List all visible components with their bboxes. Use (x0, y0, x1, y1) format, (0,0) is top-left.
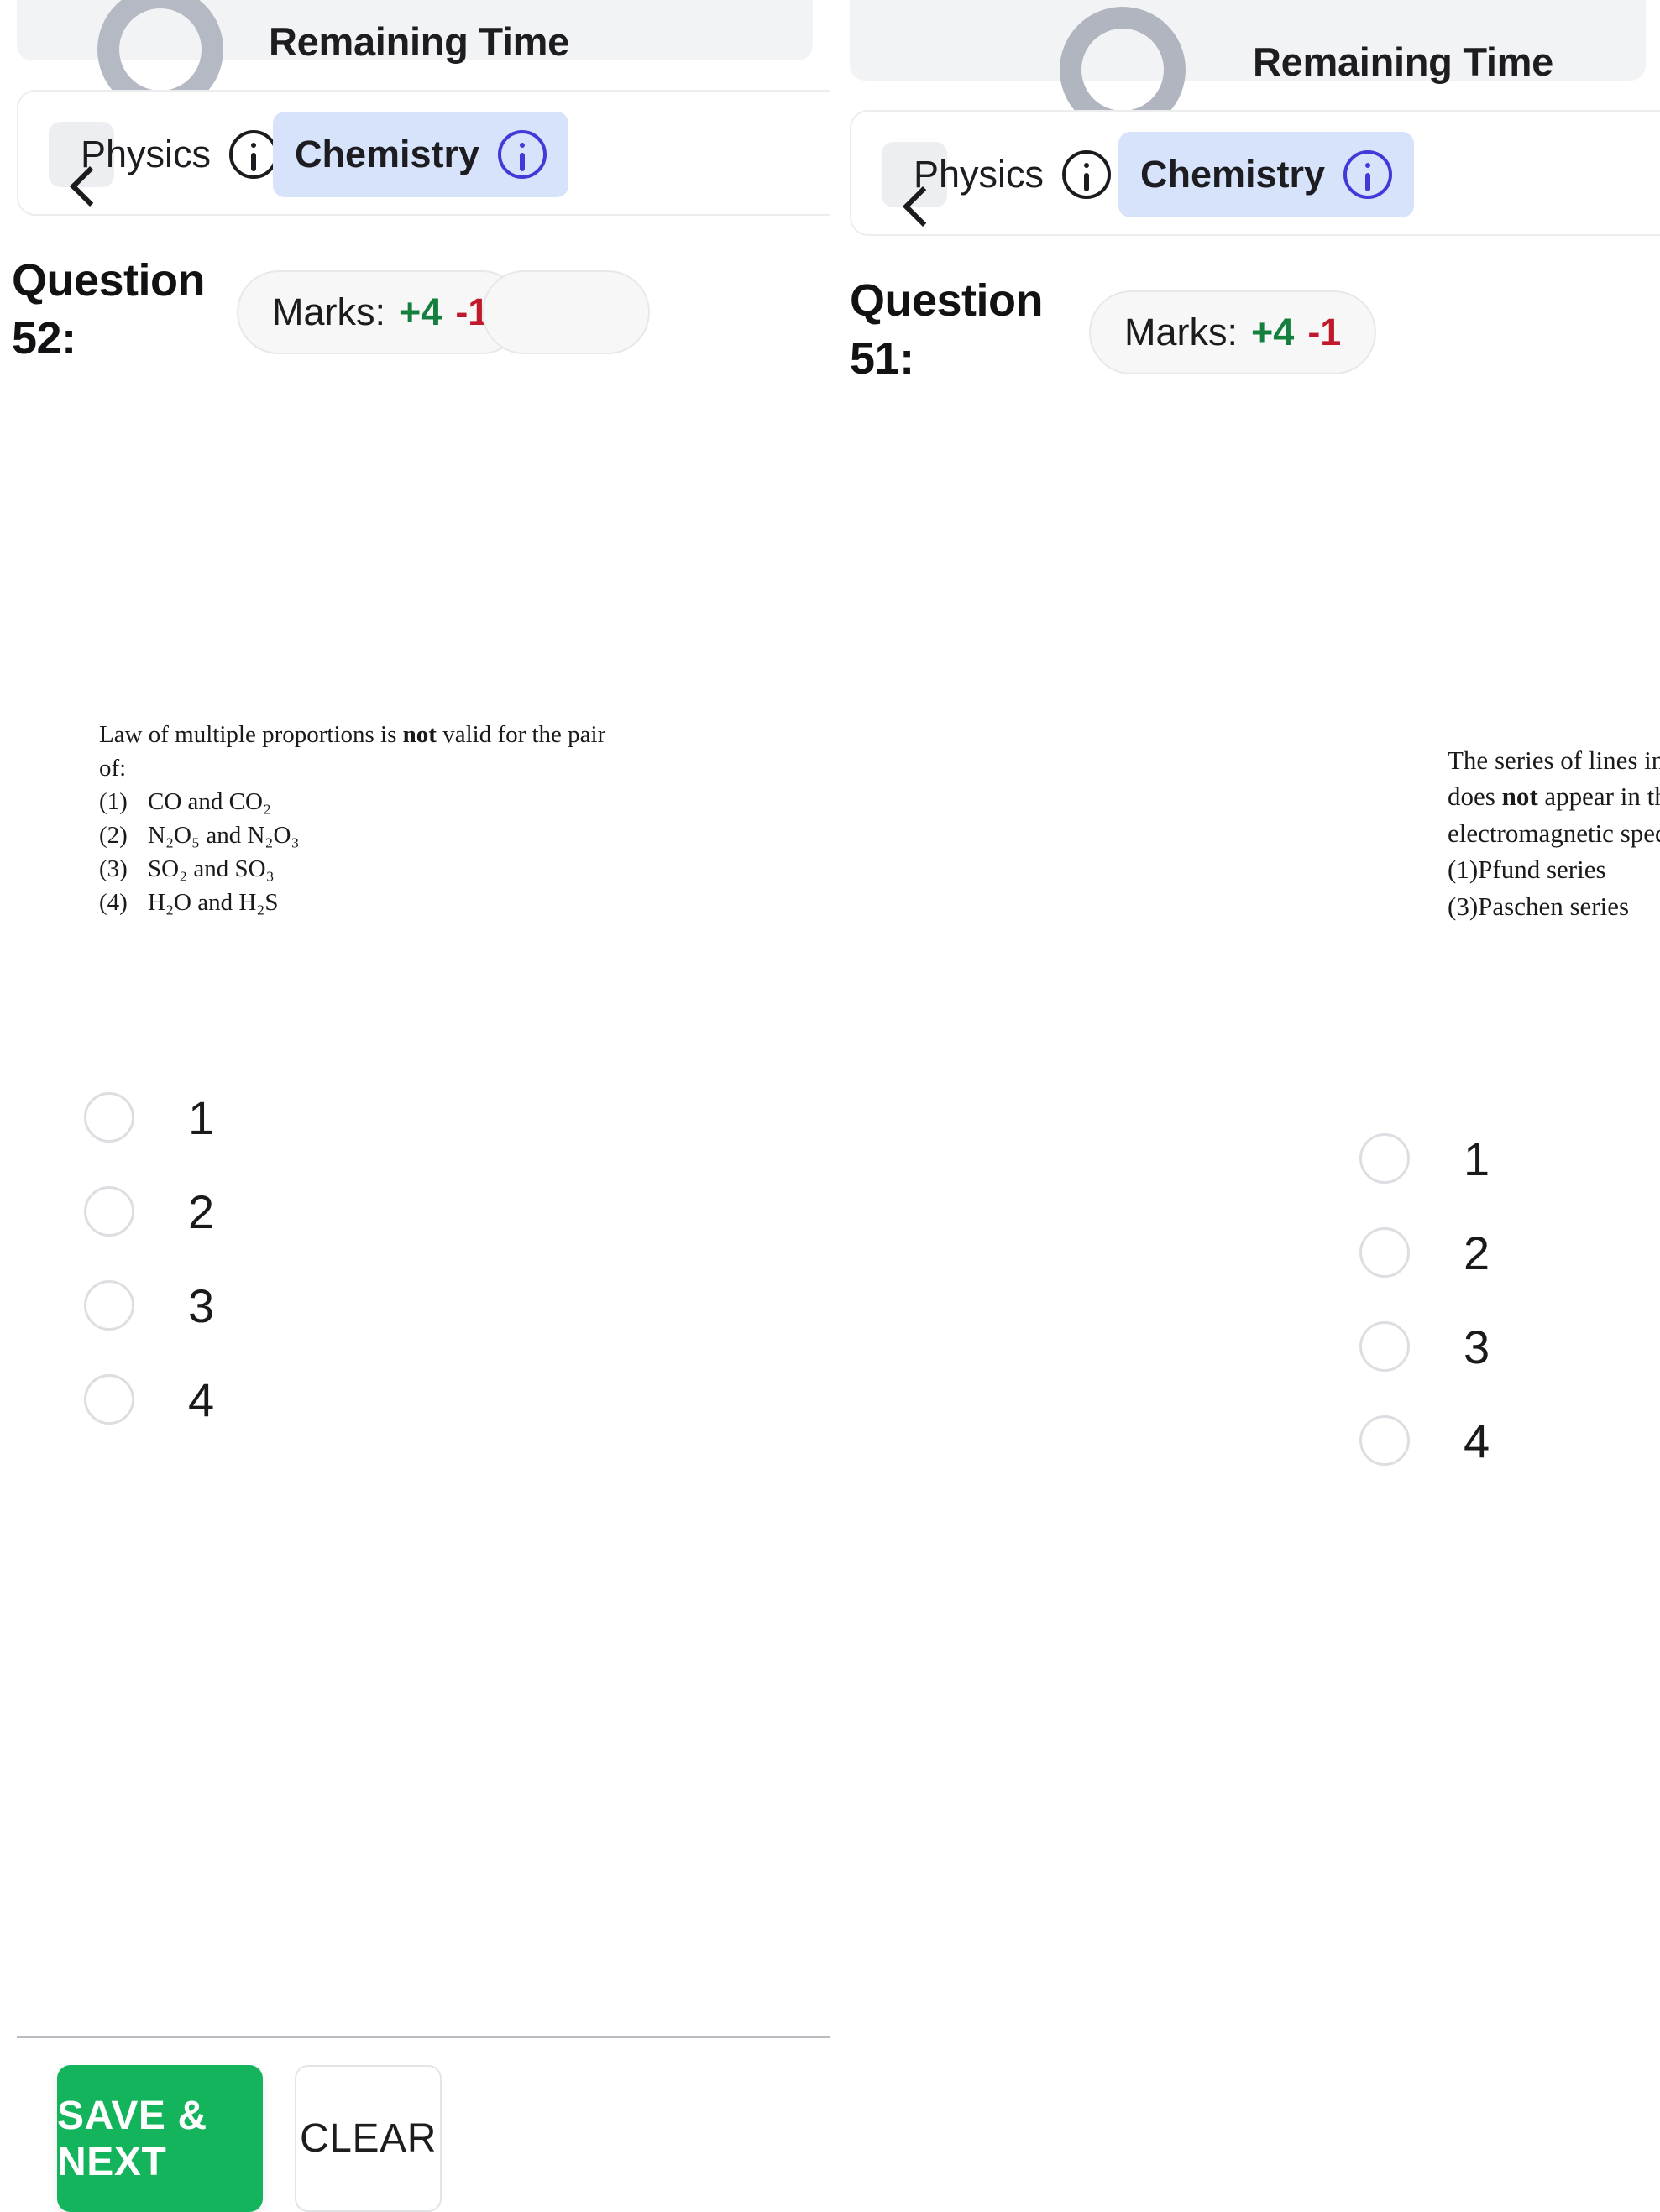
subject-tab-bar: Physics Chemistry (850, 110, 1660, 236)
statement-option-text: CO and CO₂ (148, 788, 272, 816)
tab-physics-label: Physics (81, 133, 212, 175)
clear-button[interactable]: CLEAR (295, 2065, 442, 2212)
statement-option: (1)Pfund series (1448, 851, 1660, 887)
stem-text-post: valid for the pair (436, 721, 606, 748)
question-header: Question 52: Marks: +4 -1 (12, 252, 830, 403)
statement-option-text: H₂O and H₂S (148, 889, 279, 917)
radio-button-icon[interactable] (1359, 1227, 1410, 1278)
tab-physics[interactable]: Physics (59, 112, 300, 197)
tab-chemistry[interactable]: Chemistry (273, 112, 569, 197)
info-circle-icon[interactable] (498, 130, 547, 179)
secondary-badge-partial (482, 270, 650, 354)
marks-badge: Marks: +4 -1 (237, 270, 525, 354)
question-header: Question 51: Marks: +4 -1 (850, 272, 1660, 423)
exam-panel-left: Remaining Time Physics Chemistry Questio… (0, 0, 830, 2212)
answer-choice-list: 1 2 3 4 (850, 1111, 1660, 1488)
answer-choice-2[interactable]: 2 (1359, 1205, 1660, 1299)
answer-choice-label: 4 (1464, 1414, 1490, 1467)
stem-text-post: appear in the Infrared region of (1544, 782, 1660, 812)
radio-button-icon[interactable] (84, 1092, 134, 1143)
question-statement-image: Law of multiple proportions is not valid… (99, 718, 605, 919)
radio-button-icon[interactable] (1359, 1133, 1410, 1184)
statement-option: (3)Paschen series (1448, 888, 1660, 924)
radio-button-icon[interactable] (84, 1280, 134, 1331)
stem-text-pre: does (1448, 782, 1502, 812)
page-title: Question 51: (850, 275, 1044, 384)
answer-choice-label: 1 (1464, 1132, 1490, 1185)
statement-option-text: SO₂ and SO₃ (148, 855, 275, 883)
marks-positive: +4 (399, 290, 442, 333)
info-circle-icon[interactable] (1062, 150, 1112, 199)
tab-chemistry-label: Chemistry (295, 133, 480, 175)
subject-tab-bar: Physics Chemistry (17, 90, 830, 216)
marks-badge: Marks: +4 -1 (1089, 290, 1377, 374)
stem-line-3: electromagnetic spectrum is: (1448, 818, 1660, 848)
statement-option: (4) H₂O and H₂S (99, 886, 605, 919)
tab-chemistry[interactable]: Chemistry (1118, 132, 1415, 217)
statement-option-num: (1) (99, 788, 128, 816)
statement-option-text: Pfund series (1478, 855, 1606, 885)
statement-option-text: Paschen series (1478, 891, 1630, 921)
answer-choice-label: 2 (188, 1184, 215, 1238)
question-statement-image: The series of lines in the hydrogen spec… (1448, 742, 1660, 924)
marks-label: Marks: (1124, 311, 1238, 353)
tab-physics-label: Physics (914, 153, 1045, 196)
exam-panel-right: Remaining Time Physics Chemistry Questio… (850, 0, 1660, 2212)
answer-choice-list: 1 2 3 4 (0, 1070, 830, 1446)
tab-physics[interactable]: Physics (892, 132, 1133, 217)
answer-choice-4[interactable]: 4 (1359, 1394, 1660, 1488)
statement-option: (2) N₂O₅ and N₂O₃ (99, 818, 605, 852)
stem-emphasis: not (1501, 782, 1538, 812)
statement-option-text: N₂O₅ and N₂O₃ (148, 822, 300, 850)
marks-label: Marks: (272, 290, 385, 333)
footer-actions: SAVE & NEXT CLEAR (57, 2065, 442, 2212)
remaining-time-label: Remaining Time (1253, 39, 1553, 84)
radio-button-icon[interactable] (1359, 1321, 1410, 1372)
page-title: Question 52: (12, 255, 206, 364)
stem-text-pre: Law of multiple proportions is (99, 721, 403, 748)
statement-option-num: (3) (1448, 891, 1479, 921)
save-and-next-button[interactable]: SAVE & NEXT (57, 2065, 263, 2212)
answer-choice-label: 3 (188, 1279, 215, 1332)
marks-positive: +4 (1251, 311, 1295, 353)
tab-chemistry-label: Chemistry (1140, 153, 1326, 196)
info-circle-icon[interactable] (229, 130, 279, 179)
radio-button-icon[interactable] (1359, 1415, 1410, 1466)
split-screen-exam-view: Remaining Time Physics Chemistry Questio… (0, 0, 1660, 2212)
radio-button-icon[interactable] (84, 1186, 134, 1237)
marks-negative: -1 (1307, 311, 1342, 353)
stem-line-2: of: (99, 755, 127, 782)
answer-choice-3[interactable]: 3 (1359, 1299, 1660, 1394)
timer-bar: Remaining Time (17, 0, 813, 112)
statement-option-num: (2) (99, 822, 128, 850)
stem-emphasis: not (402, 721, 437, 748)
statement-option: (3) SO₂ and SO₃ (99, 852, 605, 886)
answer-choice-1[interactable]: 1 (84, 1070, 830, 1164)
statement-option-num: (1) (1448, 855, 1479, 885)
info-circle-icon[interactable] (1343, 150, 1393, 199)
statement-option-num: (3) (99, 855, 128, 883)
statement-option-num: (4) (99, 889, 128, 917)
remaining-time-label: Remaining Time (269, 19, 569, 64)
timer-bar: Remaining Time (850, 0, 1646, 133)
answer-choice-1[interactable]: 1 (1359, 1111, 1660, 1205)
answer-choice-label: 2 (1464, 1226, 1490, 1279)
radio-button-icon[interactable] (84, 1374, 134, 1425)
stem-line-1: The series of lines in the hydrogen spec… (1448, 745, 1660, 775)
answer-choice-4[interactable]: 4 (84, 1352, 830, 1446)
answer-choice-label: 4 (188, 1373, 215, 1426)
answer-choice-label: 1 (188, 1090, 215, 1144)
statement-option: (1) CO and CO₂ (99, 785, 605, 818)
answer-choice-2[interactable]: 2 (84, 1164, 830, 1258)
answer-choice-label: 3 (1464, 1320, 1490, 1373)
answer-choice-3[interactable]: 3 (84, 1258, 830, 1352)
footer-divider (17, 2036, 830, 2038)
